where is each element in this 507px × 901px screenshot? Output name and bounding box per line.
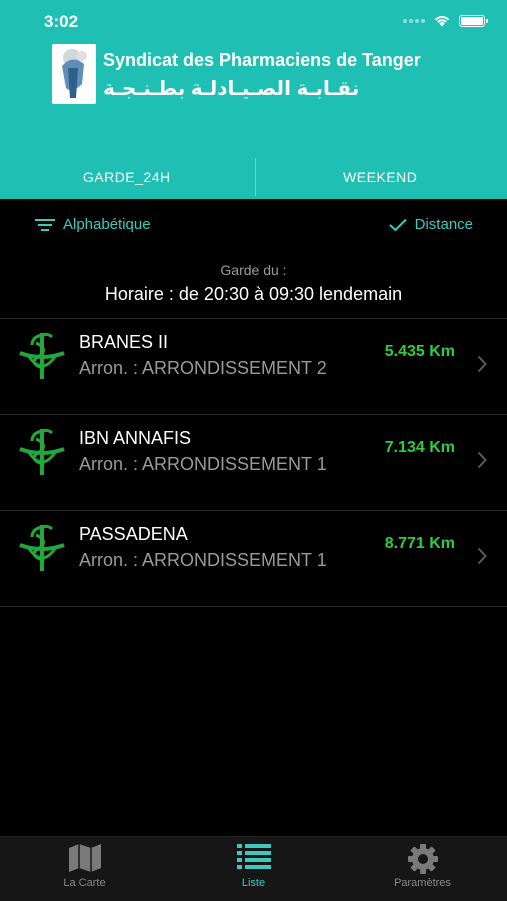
list-icon xyxy=(237,843,271,869)
pharmacy-distance: 7.134 Km xyxy=(385,439,455,457)
map-icon xyxy=(67,843,103,873)
sort-distance-label: Distance xyxy=(415,216,473,233)
gear-icon xyxy=(407,843,439,875)
pharmacy-name: IBN ANNAFIS xyxy=(79,428,191,449)
pharmacy-row[interactable]: PASSADENA Arron. : ARRONDISSEMENT 1 8.77… xyxy=(0,510,507,607)
tab-weekend[interactable]: WEEKEND xyxy=(254,155,507,199)
sort-alpha-label: Alphabétique xyxy=(63,216,151,233)
pharmacy-list: BRANES II Arron. : ARRONDISSEMENT 2 5.43… xyxy=(0,318,507,607)
pharmacy-arrondissement: Arron. : ARRONDISSEMENT 1 xyxy=(79,548,349,572)
tab-divider xyxy=(255,158,256,196)
tabbar-label: La Carte xyxy=(0,877,169,889)
pharmacy-row[interactable]: IBN ANNAFIS Arron. : ARRONDISSEMENT 1 7.… xyxy=(0,414,507,510)
checkmark-icon xyxy=(389,218,407,232)
pharmacy-row[interactable]: BRANES II Arron. : ARRONDISSEMENT 2 5.43… xyxy=(0,318,507,414)
garde-label: Garde du : xyxy=(0,262,507,278)
tabbar-item-la-carte[interactable]: La Carte xyxy=(0,837,169,901)
pharmacy-caduceus-icon xyxy=(16,427,68,477)
status-icons xyxy=(403,14,485,27)
tabbar-item-parametres[interactable]: Paramètres xyxy=(338,837,507,901)
pharmacy-caduceus-icon xyxy=(16,523,68,573)
battery-icon xyxy=(459,15,485,27)
pharmacy-caduceus-icon xyxy=(16,331,68,381)
sort-alphabetique-button[interactable]: Alphabétique xyxy=(35,216,151,233)
bottom-tab-bar: La Carte Liste Paramètres xyxy=(0,836,507,901)
status-time: 3:02 xyxy=(44,12,78,32)
wifi-icon xyxy=(433,14,451,27)
signal-icon xyxy=(403,19,425,23)
segment-tabs: GARDE_24H WEEKEND xyxy=(0,155,507,199)
pharmacy-arrondissement: Arron. : ARRONDISSEMENT 2 xyxy=(79,356,349,380)
app-header: 3:02 Syndicat des Pharmaciens de Tanger … xyxy=(0,0,507,199)
brand-title-ar: نقـابـة الصـيـادلـة بطـنـجـة xyxy=(103,76,448,101)
pharmacy-name: BRANES II xyxy=(79,332,168,353)
tabbar-label: Paramètres xyxy=(338,877,507,889)
pharmacy-name: PASSADENA xyxy=(79,524,188,545)
chevron-right-icon xyxy=(477,547,487,565)
pharmacy-distance: 8.771 Km xyxy=(385,535,455,553)
tab-garde-24h[interactable]: GARDE_24H xyxy=(0,155,254,199)
pharmacy-arrondissement: Arron. : ARRONDISSEMENT 1 xyxy=(79,452,349,476)
sort-distance-button[interactable]: Distance xyxy=(389,216,473,233)
filter-icon xyxy=(35,218,55,232)
chevron-right-icon xyxy=(477,451,487,469)
chevron-right-icon xyxy=(477,355,487,373)
tabbar-label: Liste xyxy=(169,877,338,889)
pharmacy-distance: 5.435 Km xyxy=(385,343,455,361)
brand-title-fr: Syndicat des Pharmaciens de Tanger xyxy=(103,50,421,71)
syndicate-logo xyxy=(52,44,96,104)
tabbar-item-liste[interactable]: Liste xyxy=(169,837,338,901)
horaire-text: Horaire : de 20:30 à 09:30 lendemain xyxy=(0,284,507,305)
